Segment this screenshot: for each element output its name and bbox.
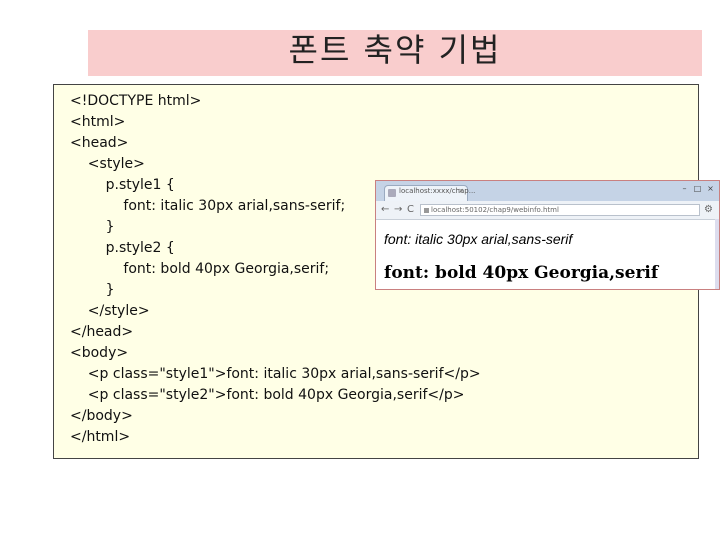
reload-icon[interactable]: C: [407, 204, 414, 216]
page-icon: [388, 189, 396, 197]
browser-tab-bar: localhost:xxxx/chap... × – □ ×: [376, 181, 719, 201]
rendered-style2-text: font: bold 40px Georgia,serif: [384, 263, 659, 283]
rendered-style1-text: font: italic 30px arial,sans-serif: [384, 231, 573, 247]
title-bar: 폰트 축약 기법: [88, 30, 702, 76]
address-bar[interactable]: localhost:50102/chap9/webinfo.html: [420, 204, 700, 216]
scrollbar[interactable]: [715, 219, 719, 289]
browser-tab[interactable]: localhost:xxxx/chap... ×: [384, 185, 475, 201]
code-line: }: [70, 282, 115, 298]
code-line: }: [70, 219, 115, 235]
code-line: <body>: [70, 345, 129, 361]
back-icon[interactable]: ←: [381, 204, 389, 216]
address-text: localhost:50102/chap9/webinfo.html: [431, 206, 559, 214]
tab-close-icon[interactable]: ×: [458, 187, 464, 195]
browser-screenshot: localhost:xxxx/chap... × – □ × ← → C loc…: [375, 180, 720, 290]
code-line: p.style2 {: [70, 240, 175, 256]
browser-toolbar: ← → C localhost:50102/chap9/webinfo.html…: [376, 201, 719, 220]
code-line: </style>: [70, 303, 150, 319]
maximize-icon[interactable]: □: [693, 184, 702, 193]
code-line: <html>: [70, 114, 126, 130]
code-line: <style>: [70, 156, 145, 172]
code-line: <p class="style1">font: italic 30px aria…: [70, 366, 481, 382]
code-line: <p class="style2">font: bold 40px Georgi…: [70, 387, 465, 403]
close-icon[interactable]: ×: [706, 184, 715, 193]
code-line: font: italic 30px arial,sans-serif;: [70, 198, 346, 214]
code-line: <!DOCTYPE html>: [70, 93, 202, 109]
page-icon: [424, 208, 429, 213]
code-line: font: bold 40px Georgia,serif;: [70, 261, 330, 277]
minimize-icon[interactable]: –: [680, 184, 689, 193]
browser-content: font: italic 30px arial,sans-serif font:…: [376, 219, 719, 289]
code-line: <head>: [70, 135, 129, 151]
forward-icon[interactable]: →: [394, 204, 402, 216]
wrench-icon[interactable]: ⚙: [704, 204, 713, 215]
code-line: </html>: [70, 429, 131, 445]
code-line: </head>: [70, 324, 134, 340]
code-line: </body>: [70, 408, 133, 424]
code-line: p.style1 {: [70, 177, 175, 193]
slide-title: 폰트 축약 기법: [288, 31, 502, 69]
